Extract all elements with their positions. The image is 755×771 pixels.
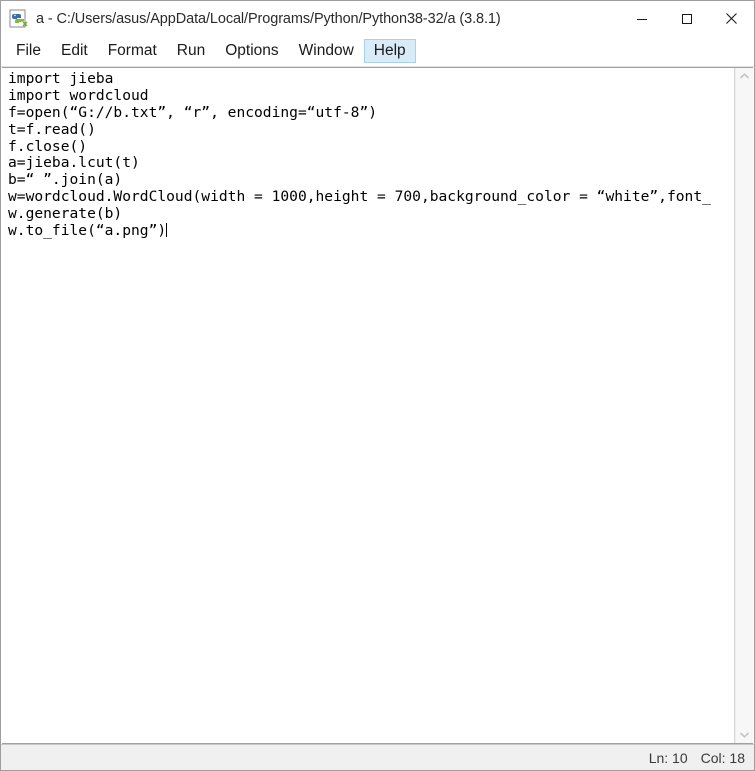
scrollbar-track[interactable] (736, 85, 753, 726)
code-line: t=f.read() (8, 120, 96, 138)
code-line: w.generate(b) (8, 205, 123, 223)
window-controls (619, 1, 754, 36)
close-button[interactable] (709, 1, 754, 36)
chevron-down-icon[interactable] (736, 726, 753, 743)
code-line: import wordcloud (8, 86, 149, 104)
text-caret (166, 223, 168, 238)
menu-item-options[interactable]: Options (215, 39, 288, 63)
menu-item-format[interactable]: Format (98, 39, 167, 63)
code-line: import jieba (8, 70, 114, 87)
code-line: f.close() (8, 137, 88, 155)
code-line: a=jieba.lcut(t) (8, 154, 140, 172)
code-line: b=“ ”.join(a) (8, 171, 123, 189)
chevron-up-icon[interactable] (736, 68, 753, 85)
menu-bar: File Edit Format Run Options Window Help (1, 37, 754, 67)
title-bar[interactable]: a - C:/Users/asus/AppData/Local/Programs… (1, 1, 754, 37)
minimize-button[interactable] (619, 1, 664, 36)
menu-item-window[interactable]: Window (289, 39, 364, 63)
editor-area: import jieba import wordcloud f=open(“G:… (2, 67, 753, 744)
code-text-input[interactable]: import jieba import wordcloud f=open(“G:… (2, 68, 735, 743)
code-line: w=wordcloud.WordCloud(width = 1000,heigh… (8, 188, 711, 206)
idle-editor-window: a - C:/Users/asus/AppData/Local/Programs… (0, 0, 755, 771)
menu-item-file[interactable]: File (6, 39, 51, 63)
status-line-indicator: Ln: 10 (648, 749, 688, 766)
status-column-indicator: Col: 18 (700, 749, 745, 766)
menu-item-run[interactable]: Run (167, 39, 215, 63)
code-line-with-caret: w.to_file(“a.png”) (8, 222, 734, 240)
status-bar: Ln: 10 Col: 18 (1, 744, 754, 770)
maximize-button[interactable] (664, 1, 709, 36)
menu-item-help[interactable]: Help (363, 39, 416, 63)
window-title: a - C:/Users/asus/AppData/Local/Programs… (36, 10, 501, 27)
menu-item-edit[interactable]: Edit (51, 39, 98, 63)
code-line-text: w.to_file(“a.png”) (8, 222, 167, 240)
vertical-scrollbar[interactable] (735, 68, 753, 743)
python-idle-icon (9, 9, 29, 29)
code-line: f=open(“G://b.txt”, “r”, encoding=“utf-8… (8, 103, 378, 121)
